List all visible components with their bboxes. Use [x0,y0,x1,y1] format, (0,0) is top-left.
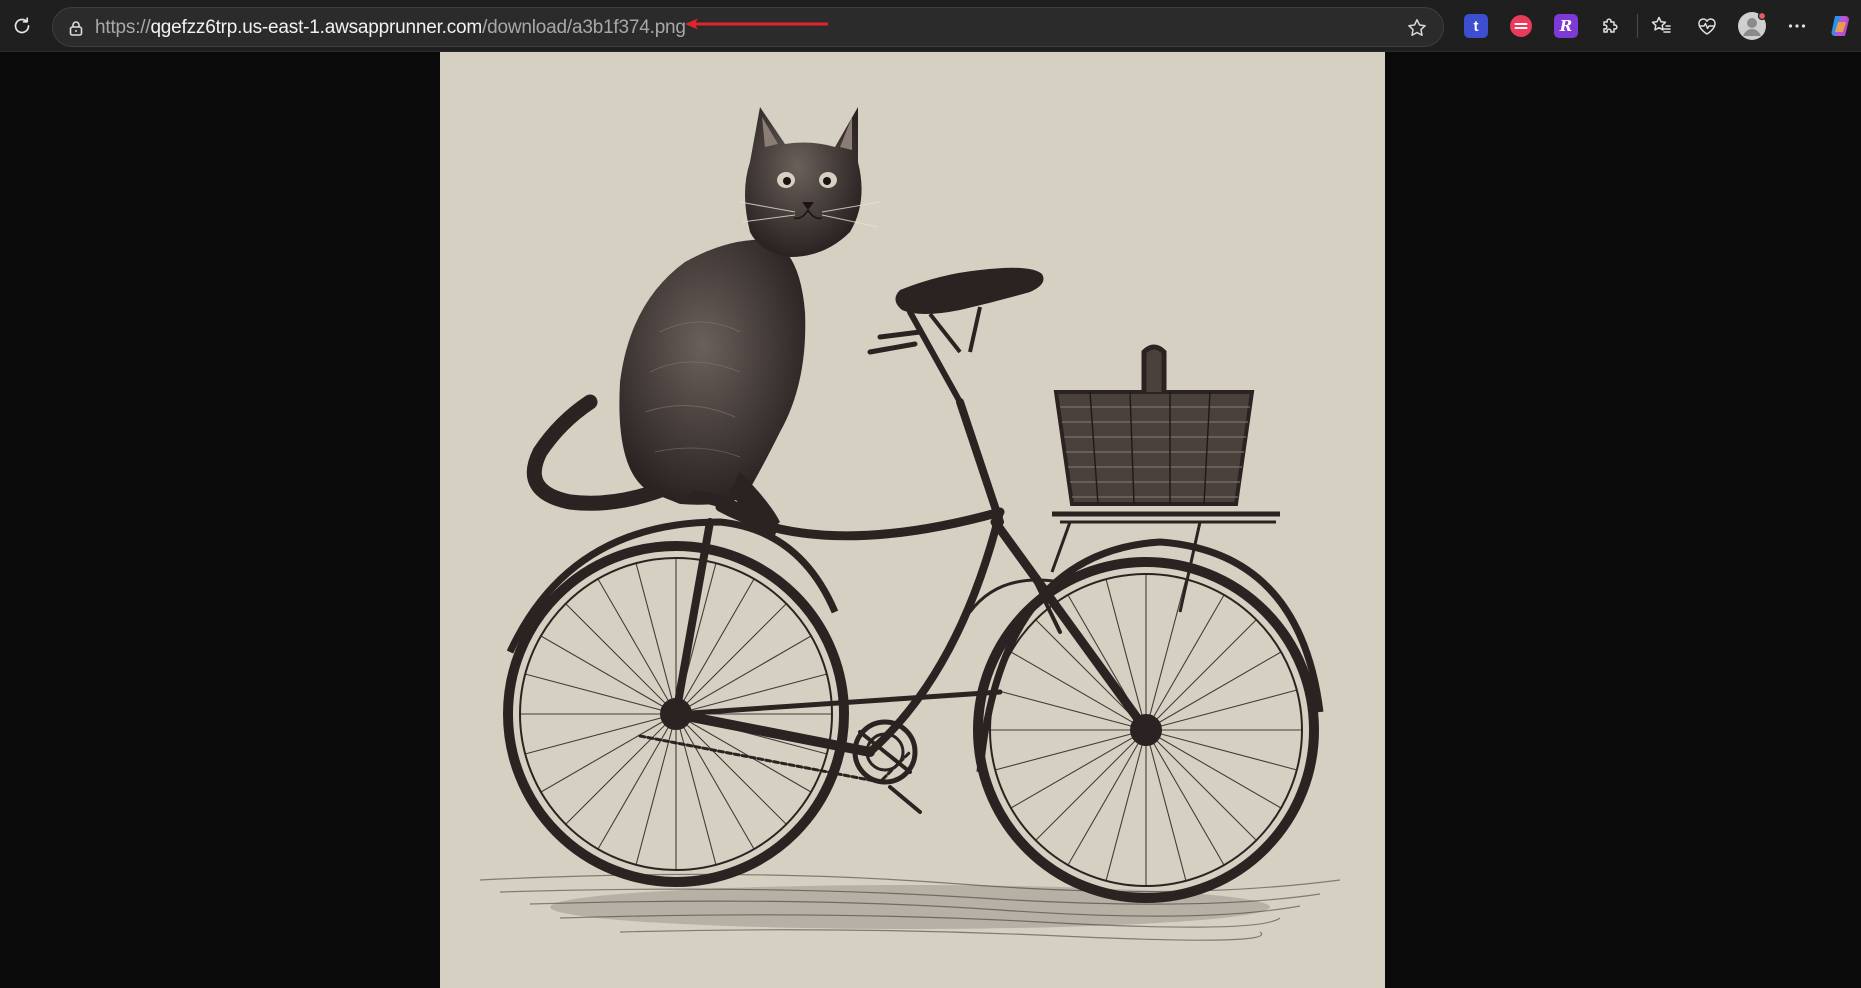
browser-essentials-button[interactable] [1688,7,1726,45]
extension-t-letter: t [1473,17,1479,35]
puzzle-icon [1599,14,1623,38]
extensions-button[interactable] [1592,7,1630,45]
saddle [895,267,1044,354]
browser-toolbar: https://qgefzz6trp.us-east-1.awsapprunne… [0,0,1861,52]
extension-r-icon[interactable]: R [1554,14,1578,38]
profile-avatar [1737,11,1767,41]
refresh-button[interactable] [3,7,41,45]
profile-button[interactable] [1733,7,1771,45]
url-host: qgefzz6trp.us-east-1.awsapprunner.com [150,17,483,38]
url-text[interactable]: https://qgefzz6trp.us-east-1.awsapprunne… [95,17,686,39]
url-scheme: https:// [95,17,151,38]
more-button[interactable] [1778,7,1816,45]
more-icon [1786,15,1808,37]
lock-icon[interactable] [65,17,87,39]
url-path: /download/a3b1f374.png [482,17,686,38]
favorites-button[interactable] [1642,7,1680,45]
extension-r-letter: R [1559,17,1573,35]
extension-t-icon[interactable]: t [1464,14,1488,38]
star-icon[interactable] [1399,10,1435,46]
refresh-icon [11,15,33,37]
image-viewer [0,52,1861,988]
extension-red-icon[interactable] [1509,14,1533,38]
annotation-arrow [685,18,828,30]
displayed-image[interactable] [440,52,1385,988]
favorites-icon [1649,14,1673,38]
front-wheel [973,538,1324,903]
cat [526,107,881,538]
toolbar-divider [1637,14,1638,38]
health-icon [1695,14,1719,38]
cat-on-bicycle-illustration [479,107,1341,941]
copilot-icon [1826,12,1854,40]
copilot-button[interactable] [1822,7,1858,45]
